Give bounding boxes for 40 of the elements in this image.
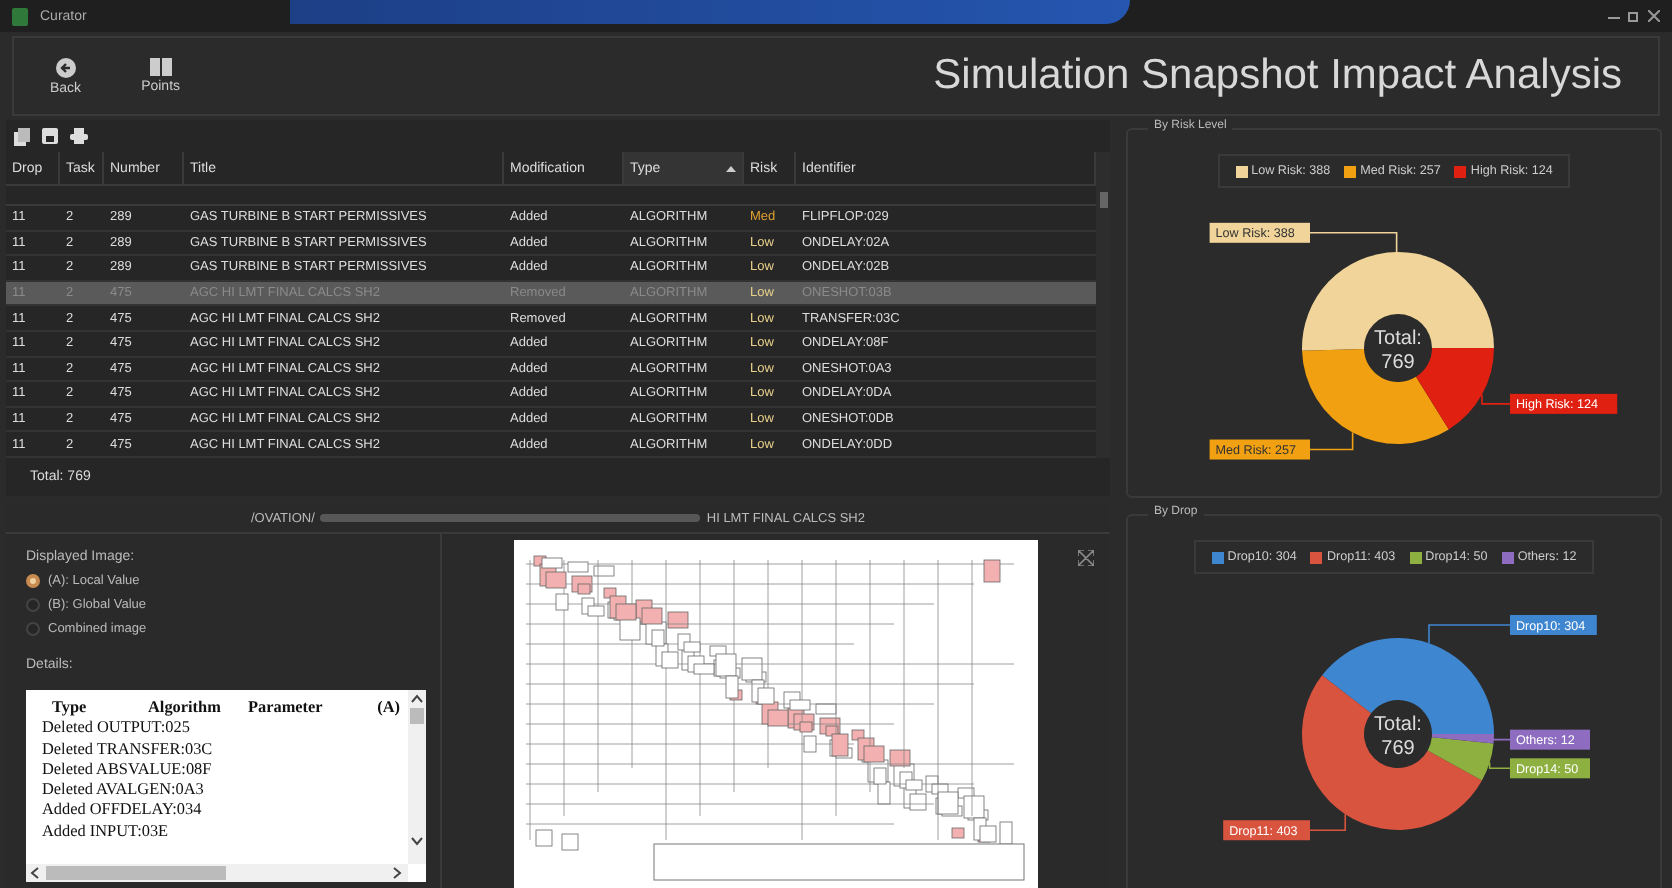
leader-line — [1428, 624, 1511, 644]
close-icon[interactable] — [1648, 10, 1660, 22]
back-arrow-icon — [55, 57, 76, 77]
legend-swatch — [1409, 551, 1422, 563]
leader-line — [1309, 431, 1354, 451]
details-line: Deleted TRANSFER:03C — [42, 739, 215, 760]
details-line: Deleted AVALGEN:0A3 — [42, 780, 206, 801]
legend-swatch — [1211, 551, 1224, 563]
details-line: Deleted ABSVALUE:08F — [42, 759, 214, 781]
leader-line — [1488, 761, 1511, 770]
legend-swatch — [1344, 165, 1357, 177]
book-icon — [149, 58, 172, 76]
total-label: Total: — [1374, 714, 1422, 736]
copy-icon[interactable] — [14, 127, 30, 145]
leader-line — [1309, 813, 1346, 831]
details-header: (A) — [375, 698, 400, 719]
save-icon[interactable] — [42, 128, 58, 144]
details-header: Parameter — [248, 698, 325, 719]
legend-swatch — [1501, 551, 1514, 563]
total-label: Total: — [1374, 328, 1422, 350]
scrollbar[interactable] — [408, 690, 426, 864]
total-value: 769 — [1381, 352, 1415, 374]
details-header: Algorithm — [148, 698, 223, 719]
details-line: Added INPUT:03E — [42, 821, 171, 843]
app-icon — [12, 7, 28, 25]
legend-swatch — [1310, 551, 1323, 563]
expand-icon[interactable] — [1078, 550, 1094, 566]
total-value: 769 — [1381, 738, 1415, 760]
sort-arrow-icon — [726, 165, 736, 171]
scrollbar[interactable] — [1096, 152, 1110, 458]
details-header: Type — [52, 698, 89, 719]
legend-swatch — [1454, 165, 1467, 177]
page-title: Simulation Snapshot Impact Analysis — [933, 52, 1622, 100]
leader-line — [1309, 232, 1398, 253]
restore-icon[interactable] — [1628, 10, 1640, 22]
leader-line — [1481, 393, 1511, 405]
details-line: Deleted OUTPUT:025 — [42, 718, 192, 740]
scrollbar[interactable] — [26, 864, 408, 882]
legend-swatch — [1235, 165, 1248, 177]
details-line: Added OFFDELAY:034 — [42, 800, 204, 822]
